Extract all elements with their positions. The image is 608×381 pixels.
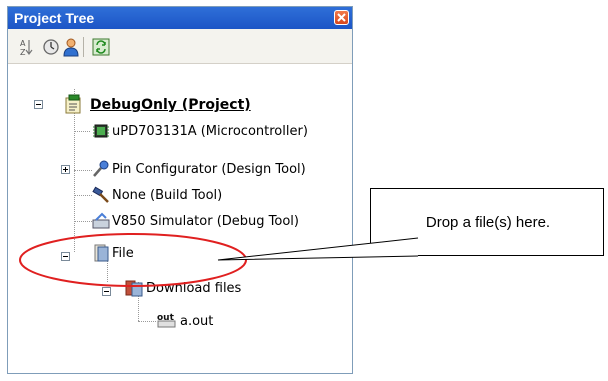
callout-pointer [217,237,419,261]
annotation-overlay [19,233,419,287]
highlight-ellipse [19,233,247,287]
